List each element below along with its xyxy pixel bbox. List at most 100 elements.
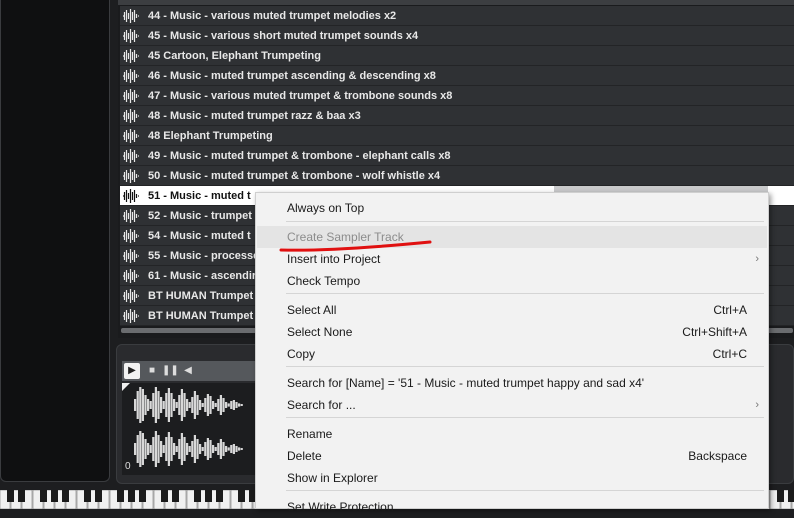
waveform-bar: [188, 446, 191, 452]
stop-icon[interactable]: ■: [144, 363, 160, 379]
black-key: [84, 490, 91, 502]
menu-item-set-write-protection[interactable]: Set Write Protection: [257, 496, 767, 518]
black-key: [216, 490, 223, 502]
file-row[interactable]: 45 Cartoon, Elephant Trumpeting: [120, 46, 794, 66]
menu-item-rename[interactable]: Rename: [257, 423, 767, 445]
waveform-bar: [209, 396, 212, 414]
menu-item-delete[interactable]: Delete Backspace: [257, 445, 767, 467]
chevron-right-icon: ›: [755, 399, 759, 411]
waveform-icon: [123, 69, 139, 83]
waveform-bar: [196, 439, 199, 459]
waveform-bar: [175, 402, 178, 408]
waveform-bar: [227, 447, 230, 451]
waveform-bar: [160, 441, 163, 457]
volume-icon[interactable]: ◀: [180, 363, 196, 379]
pause-icon[interactable]: ❚❚: [162, 363, 179, 379]
waveform-bar: [134, 399, 137, 411]
menu-item-shortcut: Ctrl+C: [712, 347, 747, 361]
menu-item-search-for[interactable]: Search for ... ›: [257, 394, 767, 416]
waveform-icon: [123, 49, 139, 63]
waveform-bar: [204, 398, 207, 412]
waveform-icon: [123, 289, 139, 303]
waveform-bar: [193, 435, 196, 463]
waveform-bar: [219, 439, 222, 459]
waveform-bar: [188, 402, 191, 408]
file-row[interactable]: 50 - Music - muted trumpet & trombone - …: [120, 166, 794, 186]
menu-item-label: Always on Top: [287, 201, 365, 215]
menu-item-shortcut: Ctrl+Shift+A: [682, 325, 747, 339]
waveform-bar: [217, 399, 220, 411]
waveform-icon: [123, 109, 139, 123]
waveform-bar: [214, 403, 217, 407]
waveform-bar: [225, 402, 228, 408]
file-name: 52 - Music - trumpet: [148, 210, 252, 222]
play-icon[interactable]: ▶: [124, 363, 140, 379]
file-name: 45 - Music - various short muted trumpet…: [148, 30, 419, 42]
menu-item-always-on-top[interactable]: Always on Top: [257, 197, 767, 219]
waveform-bar: [162, 401, 165, 409]
menu-item-show-in-explorer[interactable]: Show in Explorer: [257, 467, 767, 489]
black-key: [95, 490, 102, 502]
file-name: 48 Elephant Trumpeting: [148, 130, 273, 142]
file-row[interactable]: 46 - Music - muted trumpet ascending & d…: [120, 66, 794, 86]
file-row[interactable]: 48 Elephant Trumpeting: [120, 126, 794, 146]
menu-item-search-for-name-51-music-muted[interactable]: Search for [Name] = '51 - Music - muted …: [257, 372, 767, 394]
chevron-right-icon: ›: [755, 253, 759, 265]
waveform-bar: [214, 447, 217, 451]
file-row[interactable]: 45 - Music - various short muted trumpet…: [120, 26, 794, 46]
menu-item-shortcut: Ctrl+A: [713, 303, 747, 317]
waveform-bar: [136, 435, 139, 463]
waveform-bar: [212, 401, 215, 409]
waveform-bar: [162, 445, 165, 453]
waveform-bar: [154, 431, 157, 467]
waveform-bar: [180, 433, 183, 465]
black-key: [62, 490, 69, 502]
waveform-icon: [123, 209, 139, 223]
menu-item-copy[interactable]: Copy Ctrl+C: [257, 343, 767, 365]
menu-item-check-tempo[interactable]: Check Tempo: [257, 270, 767, 292]
waveform-bar: [191, 441, 194, 457]
waveform-bar: [141, 433, 144, 465]
waveform-icon: [123, 89, 139, 103]
waveform-display[interactable]: 0: [122, 383, 257, 475]
menu-item-label: Check Tempo: [287, 274, 361, 288]
file-row[interactable]: 44 - Music - various muted trumpet melod…: [120, 6, 794, 26]
black-key: [128, 490, 135, 502]
waveform-bar: [219, 395, 222, 415]
file-row[interactable]: 48 - Music - muted trumpet razz & baa x3: [120, 106, 794, 126]
file-row[interactable]: 49 - Music - muted trumpet & trombone - …: [120, 146, 794, 166]
waveform-bar: [149, 445, 152, 453]
waveform-bar: [178, 395, 181, 415]
black-key: [238, 490, 245, 502]
waveform-icon: [123, 29, 139, 43]
black-key: [172, 490, 179, 502]
waveform-bar: [167, 388, 170, 422]
waveform-bar: [186, 443, 189, 455]
file-name: 45 Cartoon, Elephant Trumpeting: [148, 50, 321, 62]
black-key: [788, 490, 794, 502]
menu-item-label: Select None: [287, 325, 353, 339]
file-name: 55 - Music - processe: [148, 250, 260, 262]
waveform-bar: [170, 437, 173, 461]
waveform-bar: [206, 438, 209, 460]
file-row[interactable]: 47 - Music - various muted trumpet & tro…: [120, 86, 794, 106]
waveform-bar: [232, 400, 235, 410]
menu-separator: [286, 293, 764, 294]
waveform-bar: [152, 393, 155, 417]
waveform-bar: [144, 439, 147, 459]
waveform-bar: [134, 443, 137, 455]
menu-item-select-none[interactable]: Select None Ctrl+Shift+A: [257, 321, 767, 343]
black-key: [51, 490, 58, 502]
waveform-bar: [160, 397, 163, 413]
player-toolbar: ▶ ■ ❚❚ ◀: [122, 361, 262, 381]
waveform-icon: [123, 249, 139, 263]
menu-item-label: Select All: [287, 303, 337, 317]
waveform-bar: [141, 389, 144, 421]
menu-item-label: Search for ...: [287, 398, 356, 412]
menu-item-label: Rename: [287, 427, 333, 441]
waveform-bar: [240, 404, 243, 406]
menu-item-select-all[interactable]: Select All Ctrl+A: [257, 299, 767, 321]
menu-item-label: Show in Explorer: [287, 471, 378, 485]
waveform-bar: [191, 397, 194, 413]
waveform-bar: [212, 445, 215, 453]
